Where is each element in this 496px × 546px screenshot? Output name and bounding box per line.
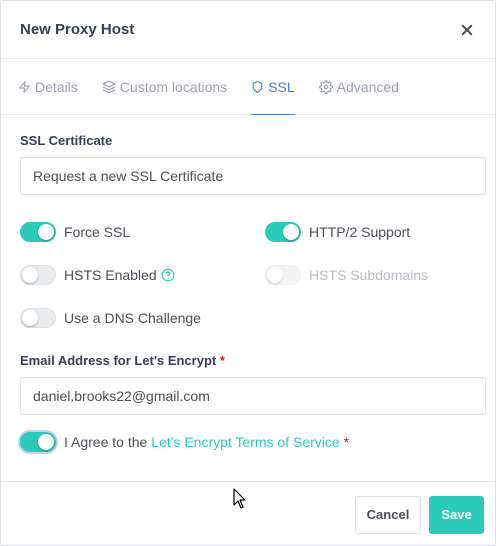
tab-details[interactable]: Details — [18, 59, 78, 114]
gear-icon — [318, 79, 333, 94]
hsts-subdomains-toggle[interactable] — [265, 264, 301, 285]
http2-row: HTTP/2 Support — [265, 210, 486, 253]
layers-icon — [102, 80, 116, 93]
dns-challenge-label: Use a DNS Challenge — [64, 309, 201, 326]
help-icon[interactable] — [161, 268, 175, 282]
tab-details-label: Details — [35, 78, 78, 95]
force-ssl-toggle[interactable] — [20, 221, 56, 242]
ssl-certificate-select[interactable]: Request a new SSL Certificate — [20, 157, 486, 195]
required-mark: * — [219, 353, 225, 368]
tab-custom-locations-label: Custom locations — [119, 78, 228, 95]
force-ssl-row: Force SSL — [20, 210, 265, 253]
dns-challenge-toggle[interactable] — [20, 307, 56, 328]
http2-toggle[interactable] — [265, 221, 301, 242]
modal-footer: Cancel Save — [1, 481, 495, 546]
email-label-text: Email Address for Let's Encrypt — [20, 353, 217, 368]
modal-header: New Proxy Host — [1, 1, 495, 59]
hsts-subdomains-row: HSTS Subdomains — [265, 253, 486, 296]
modal-body: SSL Certificate Request a new SSL Certif… — [1, 115, 495, 462]
mouse-cursor-icon — [233, 488, 246, 509]
new-proxy-host-modal: New Proxy Host Details Custom locations … — [0, 0, 496, 546]
email-input[interactable]: daniel.brooks22@gmail.com — [20, 377, 486, 415]
hsts-subdomains-label: HSTS Subdomains — [309, 266, 429, 283]
shield-icon — [252, 80, 263, 93]
agree-row: I Agree to the Let's Encrypt Terms of Se… — [20, 422, 484, 462]
agree-toggle[interactable] — [20, 432, 56, 452]
tab-bar: Details Custom locations SSL Advanced — [1, 59, 495, 115]
cancel-button[interactable]: Cancel — [355, 495, 421, 534]
force-ssl-label: Force SSL — [64, 223, 131, 240]
http2-label: HTTP/2 Support — [309, 223, 411, 240]
agree-required-mark: * — [343, 434, 350, 450]
dns-challenge-row: Use a DNS Challenge — [20, 296, 265, 339]
email-label: Email Address for Let's Encrypt * — [20, 353, 484, 368]
hsts-label: HSTS Enabled — [64, 266, 157, 283]
ssl-options: Force SSL HTTP/2 Support HSTS Enabled HS… — [20, 210, 484, 339]
agree-prefix: I Agree to the — [64, 434, 148, 450]
tab-ssl-label: SSL — [268, 78, 295, 95]
hsts-row: HSTS Enabled — [20, 253, 265, 296]
tab-advanced-label: Advanced — [336, 78, 399, 95]
bolt-icon — [19, 80, 30, 93]
close-icon[interactable] — [459, 22, 475, 38]
save-button[interactable]: Save — [429, 495, 484, 534]
tab-custom-locations[interactable]: Custom locations — [102, 59, 227, 114]
hsts-toggle[interactable] — [20, 264, 56, 285]
modal-title: New Proxy Host — [20, 21, 135, 38]
tab-ssl[interactable]: SSL — [251, 59, 296, 115]
ssl-certificate-label: SSL Certificate — [20, 133, 113, 148]
terms-link[interactable]: Let's Encrypt Terms of Service — [151, 434, 339, 450]
tab-advanced[interactable]: Advanced — [318, 59, 399, 114]
